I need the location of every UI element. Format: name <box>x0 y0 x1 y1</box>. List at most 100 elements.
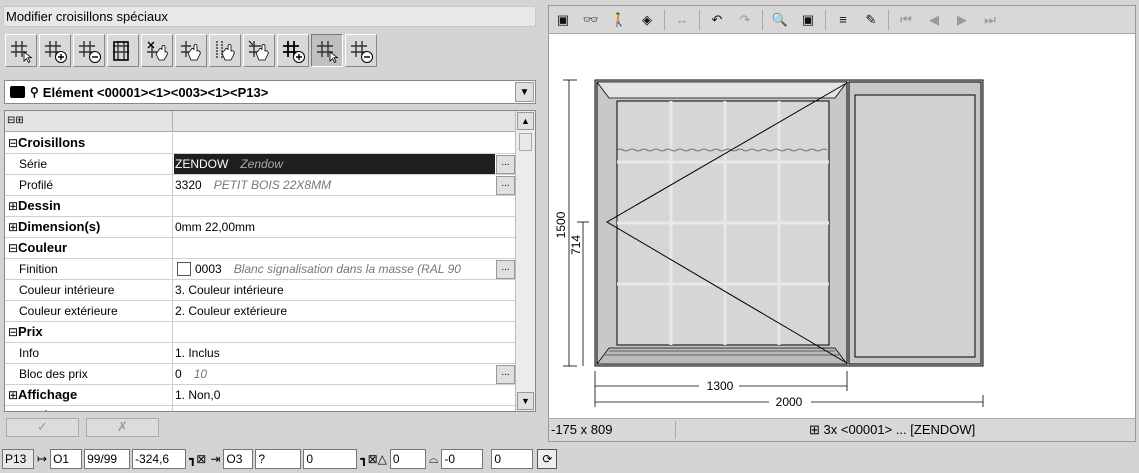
property-group-row[interactable]: ⊞Dessin <box>5 196 515 217</box>
property-value-text: ZENDOW <box>175 157 229 171</box>
total-width-label: 2000 <box>776 395 803 409</box>
property-value[interactable]: ZENDOW Zendow <box>174 154 495 174</box>
property-value[interactable]: 0003 Blanc signalisation dans la masse (R… <box>174 259 515 279</box>
collapse-expand-all[interactable]: ⊟⊞ <box>5 111 173 131</box>
split-croisillon-button[interactable] <box>141 34 173 67</box>
redo-icon[interactable]: ↷ <box>734 10 756 30</box>
scroll-up-arrow-icon[interactable]: ▲ <box>517 112 534 130</box>
hand-vertical-button[interactable] <box>209 34 241 67</box>
opening-field[interactable]: O1 <box>50 449 83 469</box>
move-croisillon-button[interactable] <box>107 34 139 67</box>
property-value-description: Blanc signalisation dans la masse (RAL 9… <box>233 262 461 276</box>
element-tree-icon: ⚲ <box>30 85 39 99</box>
grid-add-button[interactable] <box>277 34 309 67</box>
angle-field[interactable]: 0 <box>389 449 426 469</box>
align-icon[interactable]: ≡ <box>832 10 854 30</box>
layers-icon[interactable]: ◈ <box>636 10 658 30</box>
offset-field[interactable]: -324,6 <box>132 449 187 469</box>
arrow-right-icon: ↦ <box>37 452 48 466</box>
property-group-row[interactable]: ⊟Sortie 0 <box>5 406 515 411</box>
collapse-icon[interactable]: ⊟ <box>8 322 18 342</box>
property-grid-header: ⊟⊞ <box>5 111 535 132</box>
prev-icon[interactable]: ◀ <box>923 10 945 30</box>
opening2-field[interactable]: O3 <box>223 449 254 469</box>
property-value[interactable]: 3. Couleur intérieure <box>174 280 515 300</box>
chevron-down-icon[interactable]: ▼ <box>515 82 534 102</box>
ok-button[interactable]: ✓ <box>6 418 79 437</box>
grid-add-tool-icon <box>283 40 305 63</box>
element-selector[interactable]: ⚲ Elément <00001><1><003><1><P13> ▼ <box>4 80 536 104</box>
handle-height-label: 714 <box>569 235 583 255</box>
property-value-text: 1. Inclus <box>175 346 220 360</box>
hand-grid-button[interactable] <box>175 34 207 67</box>
property-group-row[interactable]: ⊞Dimension(s) 0mm 22,00mm <box>5 217 515 238</box>
panel-title: Modifier croisillons spéciaux <box>3 6 536 27</box>
property-row[interactable]: Finition 0003 Blanc signalisation dans la … <box>5 259 515 280</box>
undo-icon[interactable]: ↶ <box>706 10 728 30</box>
property-value[interactable]: 0 10 <box>174 364 515 384</box>
property-value[interactable]: 3320 PETIT BOIS 22X8MM <box>174 175 515 195</box>
add-croisillon-button[interactable] <box>39 34 71 67</box>
remove-croisillon-button[interactable] <box>73 34 105 67</box>
grid-icon: ⊞ <box>809 422 820 437</box>
property-row[interactable]: Couleur intérieure 3. Couleur intérieure <box>5 280 515 301</box>
ellipsis-button[interactable]: ... <box>496 260 515 279</box>
property-group-row[interactable]: ⊟Couleur <box>5 238 515 259</box>
arc-field[interactable]: -0 <box>441 449 484 469</box>
dimension-icon[interactable]: ↔ <box>671 10 693 30</box>
grid-select-button[interactable] <box>311 34 343 67</box>
refresh-icon[interactable]: ⟳ <box>537 449 558 469</box>
last-icon[interactable]: ⏭ <box>979 10 1001 30</box>
extra-field[interactable]: 0 <box>491 449 534 469</box>
unknown-field[interactable]: ? <box>255 449 302 469</box>
collapse-icon[interactable]: ⊟ <box>8 406 18 411</box>
property-label: Dimension(s) <box>18 219 101 234</box>
edit-check-icon[interactable]: ✎ <box>860 10 882 30</box>
property-row[interactable]: Couleur extérieure 2. Couleur extérieure <box>5 301 515 322</box>
property-row[interactable]: Profilé 3320 PETIT BOIS 22X8MM... <box>5 175 515 196</box>
first-icon[interactable]: ⏮ <box>895 10 917 30</box>
count-field[interactable]: 99/99 <box>84 449 131 469</box>
drawing-panel: ▣ 👓 🚶 ◈ ↔ ↶ ↷ 🔍 ▣ ≡ ✎ ⏮ ◀ ▶ ⏭ 1500 714 1… <box>548 5 1136 442</box>
property-value[interactable]: 2. Couleur extérieure <box>174 301 515 321</box>
property-value-text: 0003 <box>195 262 222 276</box>
ellipsis-button[interactable]: ... <box>496 176 515 195</box>
grid-remove-button[interactable] <box>345 34 377 67</box>
property-row[interactable]: Info 1. Inclus <box>5 343 515 364</box>
zoom-window-icon[interactable]: 🔍 <box>769 10 791 30</box>
expand-icon[interactable]: ⊞ <box>8 217 18 237</box>
hand-distribute-button[interactable] <box>243 34 275 67</box>
collapse-icon[interactable]: ⊟ <box>8 238 18 258</box>
vertical-scrollbar[interactable]: ▲ ▼ <box>515 111 535 411</box>
value-field[interactable]: 0 <box>303 449 358 469</box>
expand-icon[interactable]: ⊞ <box>8 385 18 405</box>
select-croisillon-button[interactable] <box>5 34 37 67</box>
frame-icon[interactable]: ▣ <box>797 10 819 30</box>
profile-field[interactable]: P13 <box>2 449 34 469</box>
glasses-icon[interactable]: 👓 <box>580 10 602 30</box>
property-value-text: 3320 <box>175 178 202 192</box>
window-drawing-canvas[interactable]: 1500 714 1300 2000 <box>549 35 1135 417</box>
property-row[interactable]: Bloc des prix 0 10... <box>5 364 515 385</box>
scroll-thumb[interactable] <box>519 133 532 151</box>
ellipsis-button[interactable]: ... <box>496 155 515 174</box>
person-icon[interactable]: 🚶 <box>608 10 630 30</box>
window-view-icon[interactable]: ▣ <box>552 10 574 30</box>
toolbar-separator <box>699 9 700 30</box>
scroll-down-arrow-icon[interactable]: ▼ <box>517 392 534 410</box>
hand-distribute-tool-icon <box>248 40 269 60</box>
next-icon[interactable]: ▶ <box>951 10 973 30</box>
property-label: Profilé <box>19 178 54 192</box>
property-label: Croisillons <box>18 135 86 150</box>
collapse-icon[interactable]: ⊟ <box>8 133 18 153</box>
property-group-row[interactable]: ⊞Affichage 1. Non,0 <box>5 385 515 406</box>
expand-icon[interactable]: ⊞ <box>8 196 18 216</box>
property-group-row[interactable]: ⊟Croisillons <box>5 133 515 154</box>
ellipsis-button[interactable]: ... <box>496 365 515 384</box>
property-value[interactable]: 1. Inclus <box>174 343 515 363</box>
cancel-button[interactable]: ✗ <box>86 418 159 437</box>
window-drawing: 1500 714 1300 2000 <box>554 79 984 409</box>
property-row[interactable]: Série ZENDOW Zendow... <box>5 154 515 175</box>
property-group-row[interactable]: ⊟Prix <box>5 322 515 343</box>
property-label: Couleur <box>18 240 68 255</box>
